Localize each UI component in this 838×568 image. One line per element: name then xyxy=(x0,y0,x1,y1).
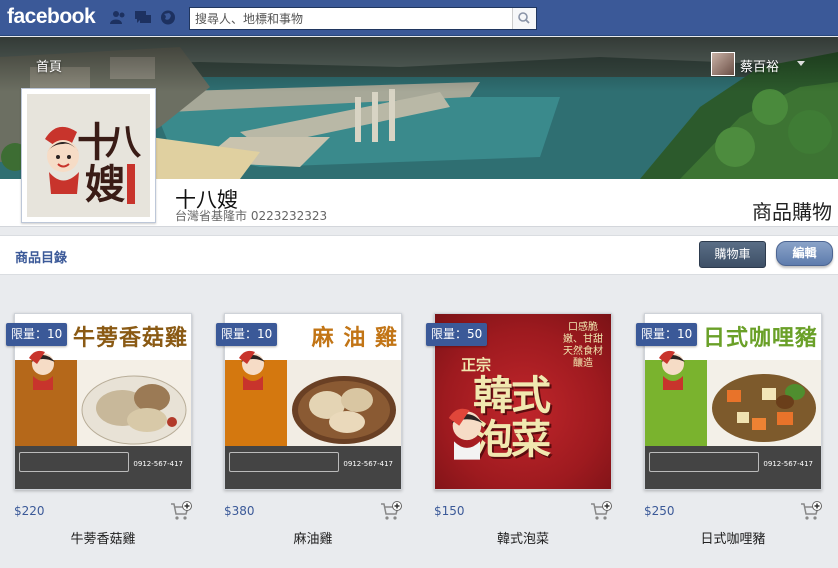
product-price: $380 xyxy=(224,504,255,518)
product-card[interactable]: 麻 油 雞 0912-567-417 限量：10 $380 麻油雞 xyxy=(216,313,402,553)
top-navigation-bar: facebook xyxy=(0,0,838,36)
add-to-cart-icon[interactable] xyxy=(380,501,402,521)
dish-photo xyxy=(287,360,401,446)
product-card[interactable]: 日式咖哩豬 0912-567-417 限量：10 $250 日式咖哩豬 xyxy=(636,313,822,553)
product-image-footer: 0912-567-417 xyxy=(225,446,401,489)
product-image-footer: 0912-567-417 xyxy=(15,446,191,489)
product-card[interactable]: 牛蒡香菇雞 0912-567-417 限量：10 $220 牛蒡香菇雞 xyxy=(6,313,192,553)
page-logo-image: 十 八 嫂 xyxy=(27,94,150,217)
facebook-logo[interactable]: facebook xyxy=(7,5,96,29)
messages-icon[interactable] xyxy=(135,10,151,25)
stock-limit-badge: 限量：10 xyxy=(216,323,278,346)
product-name[interactable]: 日式咖哩豬 xyxy=(644,528,822,547)
add-to-cart-icon[interactable] xyxy=(170,501,192,521)
nav-home-link[interactable]: 首頁 xyxy=(36,56,62,75)
notifications-globe-icon[interactable] xyxy=(160,10,176,25)
stock-limit-badge: 限量：10 xyxy=(636,323,698,346)
mascot-icon xyxy=(239,350,265,390)
app-tab-title: 商品購物 xyxy=(752,200,832,224)
product-slogan: 口感脆嫩、甘甜 天然食材釀造 xyxy=(563,322,603,369)
avatar[interactable] xyxy=(711,52,735,76)
product-card[interactable]: 口感脆嫩、甘甜 天然食材釀造 韓式泡菜 正宗 限量：50 $150 韓式泡菜 xyxy=(426,313,612,553)
product-catalog-link[interactable]: 商品目錄 xyxy=(15,247,67,266)
shop-toolbar: 商品目錄 購物車 編輯 xyxy=(0,235,838,275)
friend-requests-icon[interactable] xyxy=(110,10,126,25)
search-button[interactable] xyxy=(512,8,536,29)
cooking-steps-strip xyxy=(229,452,339,472)
product-price: $150 xyxy=(434,504,465,518)
search-input[interactable] xyxy=(190,8,512,29)
brand-tag: 正宗 xyxy=(461,356,492,374)
mascot-icon xyxy=(29,350,55,390)
contact-phone: 0912-567-417 xyxy=(343,460,393,468)
dish-photo xyxy=(707,360,821,446)
search-box xyxy=(189,7,537,30)
add-to-cart-icon[interactable] xyxy=(800,501,822,521)
contact-phone: 0912-567-417 xyxy=(133,460,183,468)
product-image-footer: 0912-567-417 xyxy=(645,446,821,489)
product-price: $220 xyxy=(14,504,45,518)
shopping-cart-button[interactable]: 購物車 xyxy=(699,241,766,268)
contact-phone: 0912-567-417 xyxy=(763,460,813,468)
product-name[interactable]: 牛蒡香菇雞 xyxy=(14,528,192,547)
mascot-icon xyxy=(448,408,483,460)
page-location-phone: 台灣省基隆市 0223232323 xyxy=(175,209,328,223)
stock-limit-badge: 限量：10 xyxy=(6,323,68,346)
page-profile-picture[interactable]: 十 八 嫂 xyxy=(21,88,156,223)
mascot-logo-icon: 十 八 嫂 xyxy=(27,94,150,217)
stock-limit-badge: 限量：50 xyxy=(426,323,488,346)
svg-text:八: 八 xyxy=(105,122,142,163)
cooking-steps-strip xyxy=(649,452,759,472)
product-image-title: 牛蒡香菇雞 xyxy=(72,326,188,351)
mascot-icon xyxy=(659,350,685,390)
cooking-steps-strip xyxy=(19,452,129,472)
product-name[interactable]: 麻油雞 xyxy=(224,528,402,547)
product-price: $250 xyxy=(644,504,675,518)
product-name[interactable]: 韓式泡菜 xyxy=(434,528,612,547)
chevron-down-icon[interactable] xyxy=(797,61,805,66)
svg-text:嫂: 嫂 xyxy=(85,162,125,208)
search-icon xyxy=(518,12,530,24)
edit-button[interactable]: 編輯 xyxy=(776,241,833,266)
dish-photo xyxy=(77,360,191,446)
product-image-title: 麻 油 雞 xyxy=(311,326,398,351)
user-name[interactable]: 蔡百裕 xyxy=(740,56,779,75)
product-image-title: 日式咖哩豬 xyxy=(702,326,818,351)
add-to-cart-icon[interactable] xyxy=(590,501,612,521)
